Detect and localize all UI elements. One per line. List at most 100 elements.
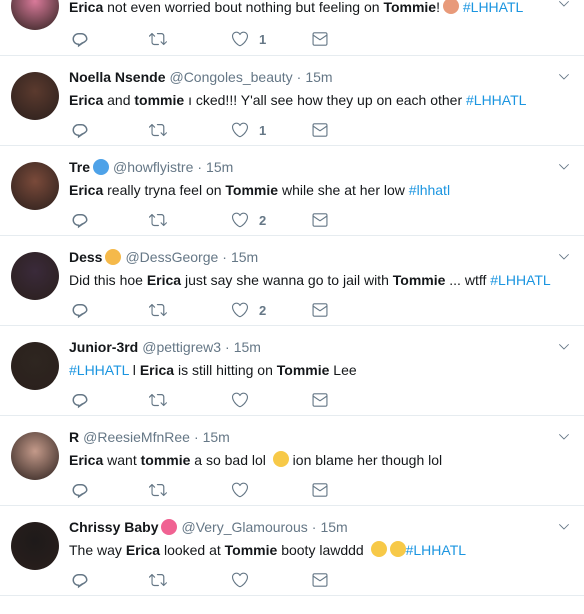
direct-message-button[interactable] — [311, 301, 329, 319]
hashtag-link[interactable]: #LHHATL — [459, 0, 523, 15]
display-name[interactable]: R — [69, 429, 79, 445]
tweet-actions — [69, 481, 369, 499]
retweet-button[interactable] — [149, 481, 167, 499]
direct-message-button[interactable] — [311, 481, 329, 499]
chevron-down-icon[interactable] — [557, 0, 571, 11]
reply-button[interactable] — [71, 30, 89, 48]
like-button[interactable]: 2 — [231, 211, 266, 229]
tweet-timestamp[interactable]: 15m — [305, 69, 332, 85]
like-button[interactable] — [231, 481, 249, 499]
retweet-button[interactable] — [149, 121, 167, 139]
separator-dot: · — [193, 429, 199, 445]
avatar[interactable] — [11, 342, 59, 390]
tweet[interactable]: Tre @howflyistre · 15m Erica really tryna fe… — [0, 146, 584, 236]
reply-button[interactable] — [71, 121, 89, 139]
highlighted-term: Erica — [69, 452, 104, 468]
direct-message-button[interactable] — [311, 30, 329, 48]
like-button[interactable] — [231, 571, 249, 589]
hashtag-link[interactable]: #lhhatl — [409, 182, 450, 198]
display-name[interactable]: Dess — [69, 249, 102, 265]
text-fragment: The way — [69, 542, 126, 558]
tweet[interactable]: Noella Nsende @Congoles_beauty · 15m Erica a… — [0, 56, 584, 146]
tweet[interactable]: R @ReesieMfnRee · 15m Erica want tommie a so… — [0, 416, 584, 506]
hashtag-link[interactable]: #LHHATL — [466, 92, 526, 108]
like-button[interactable]: 1 — [231, 30, 266, 48]
tweet[interactable]: Bre's Closet@BlackBeauty504·14mErica not… — [0, 0, 584, 56]
display-name[interactable]: Chrissy Baby — [69, 519, 158, 535]
retweet-icon — [149, 391, 167, 409]
text-fragment: not even worried bout nothing but feelin… — [103, 0, 384, 15]
display-name[interactable]: Tre — [69, 159, 90, 175]
like-count: 1 — [259, 31, 267, 47]
retweet-icon — [149, 301, 167, 319]
like-count: 1 — [259, 122, 267, 138]
retweet-icon — [149, 571, 167, 589]
retweet-button[interactable] — [149, 301, 167, 319]
tweet-header: Noella Nsende @Congoles_beauty · 15m — [69, 68, 333, 86]
zany-face-emoji — [272, 451, 289, 467]
envelope-icon — [311, 301, 329, 319]
direct-message-button[interactable] — [311, 121, 329, 139]
hashtag-link[interactable]: #LHHATL — [490, 272, 550, 288]
hashtag-link[interactable]: #LHHATL — [69, 362, 129, 378]
reply-button[interactable] — [71, 571, 89, 589]
direct-message-button[interactable] — [311, 211, 329, 229]
heart-icon — [231, 391, 249, 409]
user-handle[interactable]: @Very_Glamourous — [181, 519, 307, 535]
chevron-down-icon[interactable] — [557, 160, 571, 174]
direct-message-button[interactable] — [311, 391, 329, 409]
tweet-timestamp[interactable]: 15m — [206, 159, 233, 175]
tweet[interactable]: Junior-3rd @pettigrew3 · 15m #LHHATL l Erica… — [0, 326, 584, 416]
avatar[interactable] — [11, 162, 59, 210]
like-button[interactable]: 1 — [231, 121, 266, 139]
retweet-button[interactable] — [149, 30, 167, 48]
tweet[interactable]: Chrissy Baby @Very_Glamourous · 15m The way … — [0, 506, 584, 596]
avatar[interactable] — [11, 432, 59, 480]
like-button[interactable]: 2 — [231, 301, 266, 319]
avatar[interactable] — [11, 522, 59, 570]
like-button[interactable] — [231, 391, 249, 409]
tweet-timestamp[interactable]: 15m — [234, 339, 261, 355]
chevron-down-icon[interactable] — [557, 250, 571, 264]
reply-button[interactable] — [71, 211, 89, 229]
retweet-button[interactable] — [149, 571, 167, 589]
display-name[interactable]: Junior-3rd — [69, 339, 138, 355]
chevron-down-icon[interactable] — [557, 520, 571, 534]
reply-icon — [71, 30, 89, 48]
reply-button[interactable] — [71, 391, 89, 409]
avatar[interactable] — [11, 72, 59, 120]
reply-button[interactable] — [71, 301, 89, 319]
tweet-timestamp[interactable]: 15m — [231, 249, 258, 265]
user-handle[interactable]: @pettigrew3 — [142, 339, 221, 355]
text-fragment: booty lawddd — [277, 542, 368, 558]
chevron-down-icon[interactable] — [557, 340, 571, 354]
chevron-down-icon[interactable] — [557, 70, 571, 84]
tweet[interactable]: Dess @DessGeorge · 15m Did this hoe Erica ju… — [0, 236, 584, 326]
retweet-button[interactable] — [149, 391, 167, 409]
chevron-down-icon[interactable] — [557, 430, 571, 444]
avatar[interactable] — [11, 252, 59, 300]
name-emoji-icon — [161, 519, 178, 535]
heart-icon — [231, 121, 249, 139]
user-handle[interactable]: @howflyistre — [113, 159, 193, 175]
text-fragment: want — [103, 452, 141, 468]
avatar[interactable] — [11, 0, 59, 30]
reply-button[interactable] — [71, 481, 89, 499]
display-name[interactable]: Noella Nsende — [69, 69, 165, 85]
retweet-button[interactable] — [149, 211, 167, 229]
like-count: 2 — [259, 302, 267, 318]
tweet-timestamp[interactable]: 15m — [203, 429, 230, 445]
text-fragment: ı cked!!! Y'all see how they up on each … — [184, 92, 466, 108]
user-handle[interactable]: @DessGeorge — [125, 249, 218, 265]
tweet-header: Tre @howflyistre · 15m — [69, 158, 233, 176]
user-handle[interactable]: @ReesieMfnRee — [83, 429, 190, 445]
direct-message-button[interactable] — [311, 571, 329, 589]
tweet-timestamp[interactable]: 15m — [320, 519, 347, 535]
user-handle[interactable]: @Congoles_beauty — [169, 69, 292, 85]
hashtag-link[interactable]: #LHHATL — [406, 542, 466, 558]
text-fragment: ... wtff — [445, 272, 491, 288]
name-emoji-icon — [93, 159, 110, 175]
text-fragment: ion blame her though lol — [288, 452, 443, 468]
envelope-icon — [311, 211, 329, 229]
highlighted-term: tommie — [140, 452, 191, 468]
